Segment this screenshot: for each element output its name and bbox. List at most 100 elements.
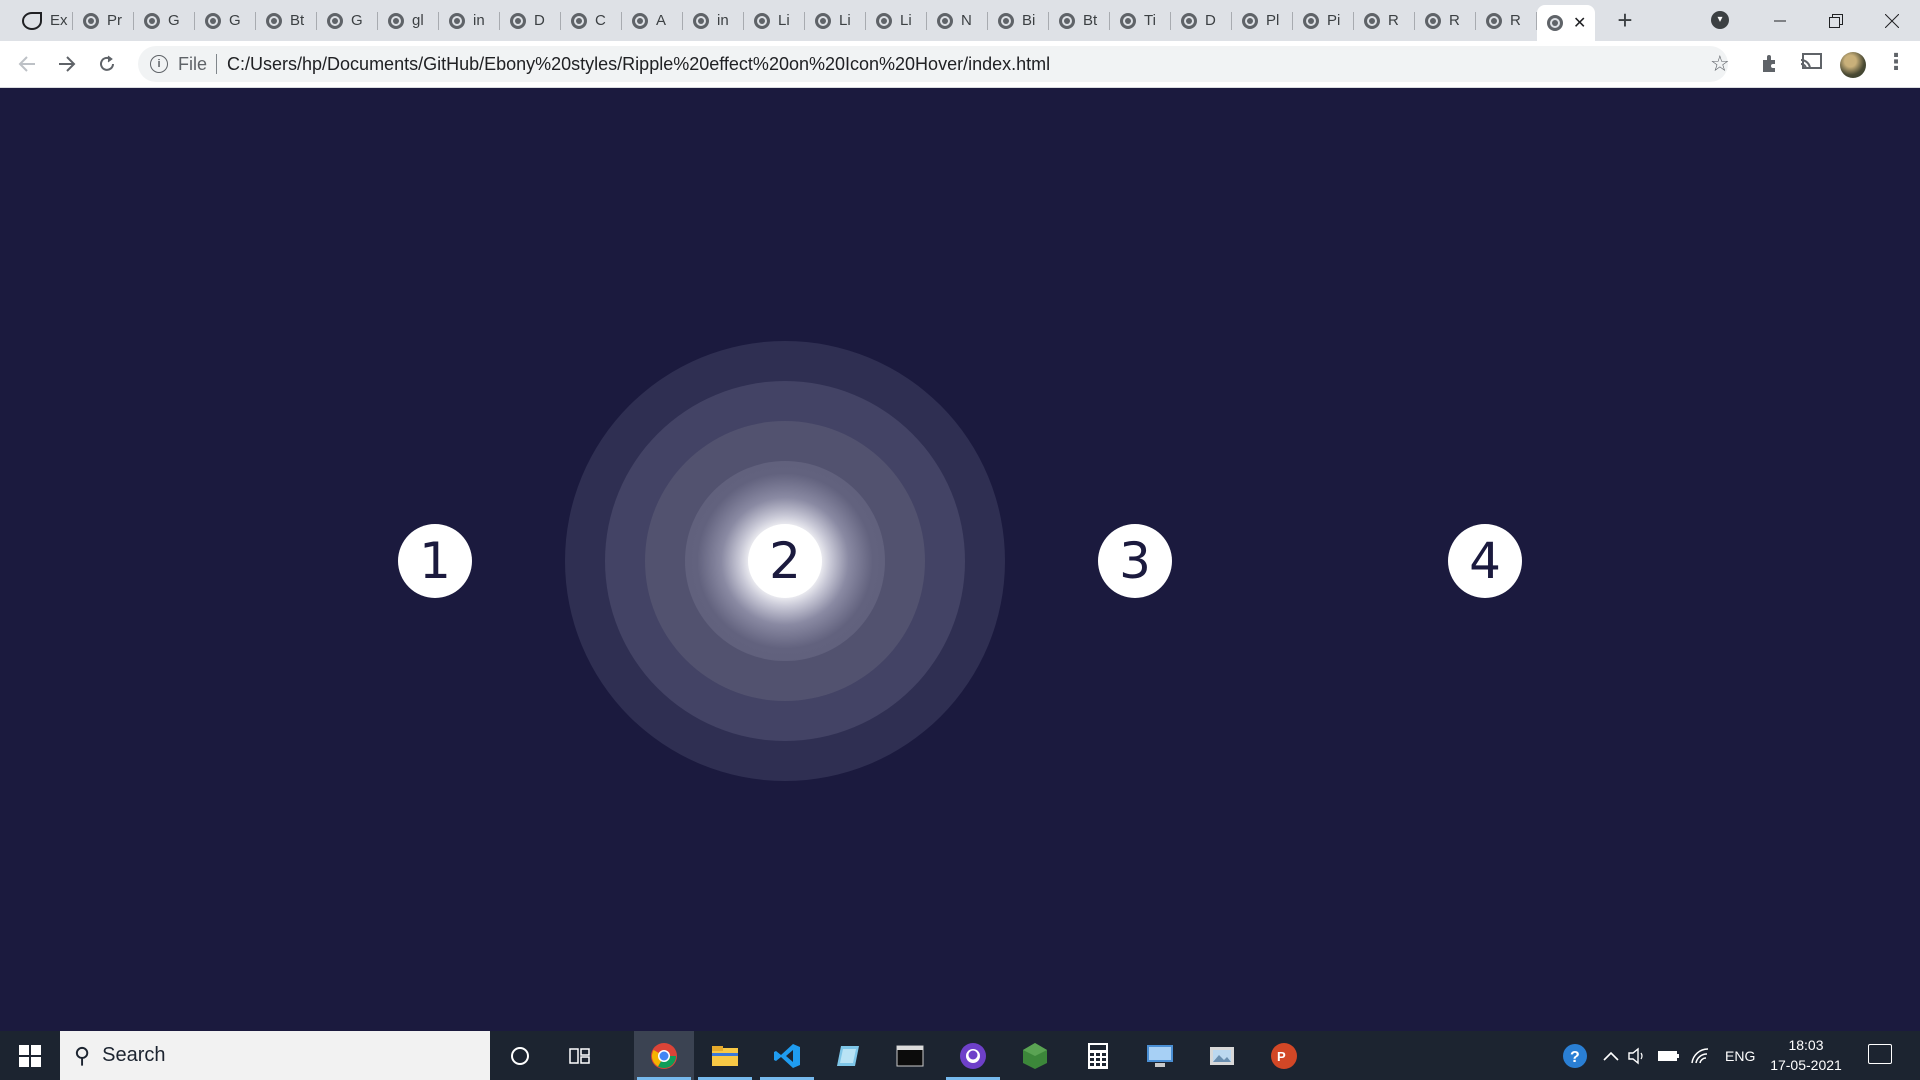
icon-button-4[interactable]: 4 (1448, 524, 1522, 598)
site-info-icon[interactable]: i (150, 55, 168, 73)
tab-search-icon[interactable]: ▾ (1711, 11, 1729, 29)
close-window-button[interactable] (1864, 0, 1920, 41)
globe-favicon-icon (815, 12, 831, 29)
active-browser-tab[interactable]: ✕ (1537, 5, 1595, 41)
taskbar-app-blue[interactable] (818, 1031, 878, 1080)
restore-button[interactable] (1808, 0, 1864, 41)
svg-text:?: ? (1570, 1049, 1580, 1066)
browser-tab[interactable]: C (561, 0, 622, 41)
task-view-button[interactable] (550, 1031, 610, 1080)
browser-tab[interactable]: G (134, 0, 195, 41)
browser-tab[interactable]: gl (378, 0, 439, 41)
tab-title: Bi (1022, 12, 1036, 29)
globe-favicon-icon (83, 12, 99, 29)
browser-tab[interactable]: R (1415, 0, 1476, 41)
close-tab-icon[interactable]: ✕ (1573, 13, 1586, 33)
tab-title: gl (412, 12, 424, 29)
browser-tab[interactable]: Pi (1293, 0, 1354, 41)
taskbar-node[interactable] (1005, 1031, 1065, 1080)
language-indicator[interactable]: ENG (1725, 1031, 1755, 1080)
tab-title: Ex (50, 12, 68, 29)
terminal-icon (896, 1045, 924, 1066)
extensions-icon[interactable] (1760, 53, 1780, 79)
start-button[interactable] (0, 1031, 60, 1080)
tab-title: Bt (1083, 12, 1098, 29)
icon-button-3[interactable]: 3 (1098, 524, 1172, 598)
tab-title: R (1510, 12, 1521, 29)
browser-tab[interactable]: R (1354, 0, 1415, 41)
minimize-button[interactable] (1752, 0, 1808, 41)
tab-title: A (656, 12, 667, 29)
browser-tab[interactable]: G (317, 0, 378, 41)
clock-time: 18:03 (1788, 1037, 1824, 1053)
browser-tab[interactable]: Li (866, 0, 927, 41)
taskbar-photos[interactable] (1192, 1031, 1252, 1080)
tab-title: D (534, 12, 545, 29)
remote-desktop-icon (1147, 1044, 1173, 1067)
globe-favicon-icon (571, 12, 587, 29)
taskbar-remote-desktop[interactable] (1130, 1031, 1190, 1080)
browser-tab[interactable]: G (195, 0, 256, 41)
taskbar-calculator[interactable] (1068, 1031, 1128, 1080)
volume-icon[interactable] (1627, 1031, 1647, 1080)
taskbar-github-desktop[interactable] (943, 1031, 1003, 1080)
help-icon[interactable]: ? (1562, 1043, 1588, 1069)
browser-tab[interactable]: in (439, 0, 500, 41)
tray-chevron-icon[interactable] (1603, 1031, 1619, 1080)
browser-tab[interactable]: Bt (256, 0, 317, 41)
browser-tab[interactable]: Pl (1232, 0, 1293, 41)
powerpoint-icon: P (1271, 1042, 1297, 1069)
browser-tab[interactable]: R (1476, 0, 1537, 41)
reload-button[interactable] (92, 49, 122, 79)
back-button[interactable] (12, 49, 42, 79)
browser-tab[interactable]: Bi (988, 0, 1049, 41)
wifi-icon[interactable] (1690, 1031, 1710, 1080)
svg-text:P: P (1277, 1049, 1286, 1064)
globe-favicon-icon (1364, 12, 1380, 29)
browser-toolbar: i File C:/Users/hp/Documents/GitHub/Ebon… (0, 41, 1920, 88)
globe-favicon-icon (693, 12, 709, 29)
browser-tab[interactable]: Pr (73, 0, 134, 41)
chrome-menu-icon[interactable]: ⋮ (1885, 49, 1907, 75)
tab-title: N (961, 12, 972, 29)
icon-button-1[interactable]: 1 (398, 524, 472, 598)
browser-tab[interactable]: Ex (12, 0, 73, 41)
taskbar-search-box[interactable]: ⚲ Search (60, 1031, 490, 1080)
globe-favicon-icon (388, 12, 404, 29)
taskbar-vscode[interactable] (757, 1031, 817, 1080)
notification-center-icon[interactable] (1868, 1044, 1892, 1064)
forward-button[interactable] (52, 49, 82, 79)
taskbar-powerpoint[interactable]: P (1254, 1031, 1314, 1080)
address-separator (216, 54, 218, 74)
address-bar[interactable]: i File C:/Users/hp/Documents/GitHub/Ebon… (138, 46, 1728, 82)
bookmark-star-icon[interactable]: ☆ (1710, 51, 1730, 77)
icon-button-2[interactable]: 2 (748, 524, 822, 598)
browser-tab[interactable]: Ti (1110, 0, 1171, 41)
browser-tab[interactable]: N (927, 0, 988, 41)
globe-favicon-icon (327, 12, 343, 29)
url-text[interactable]: C:/Users/hp/Documents/GitHub/Ebony%20sty… (227, 54, 1050, 75)
tab-title: C (595, 12, 606, 29)
windows-logo-icon (19, 1044, 41, 1067)
taskbar-terminal[interactable] (880, 1031, 940, 1080)
profile-avatar[interactable] (1840, 52, 1866, 78)
browser-tab[interactable]: Li (744, 0, 805, 41)
browser-tab[interactable]: A (622, 0, 683, 41)
browser-tab[interactable]: Li (805, 0, 866, 41)
browser-tab[interactable]: D (500, 0, 561, 41)
taskbar-file-explorer[interactable] (695, 1031, 755, 1080)
browser-tab[interactable]: in (683, 0, 744, 41)
tab-title: Li (900, 12, 912, 29)
globe-favicon-icon (876, 12, 892, 29)
taskbar-chrome[interactable] (634, 1031, 694, 1080)
battery-icon[interactable] (1657, 1031, 1681, 1080)
cortana-button[interactable] (490, 1031, 550, 1080)
browser-tab[interactable]: D (1171, 0, 1232, 41)
windows-taskbar: ⚲ Search P ? ENG 18:03 17-05-2021 (0, 1031, 1920, 1080)
new-tab-button[interactable]: + (1605, 0, 1645, 41)
browser-tab[interactable]: Bt (1049, 0, 1110, 41)
clock[interactable]: 18:03 17-05-2021 (1766, 1035, 1846, 1075)
task-view-icon (569, 1047, 590, 1064)
cast-icon[interactable] (1800, 53, 1822, 77)
photos-icon (1210, 1046, 1234, 1065)
